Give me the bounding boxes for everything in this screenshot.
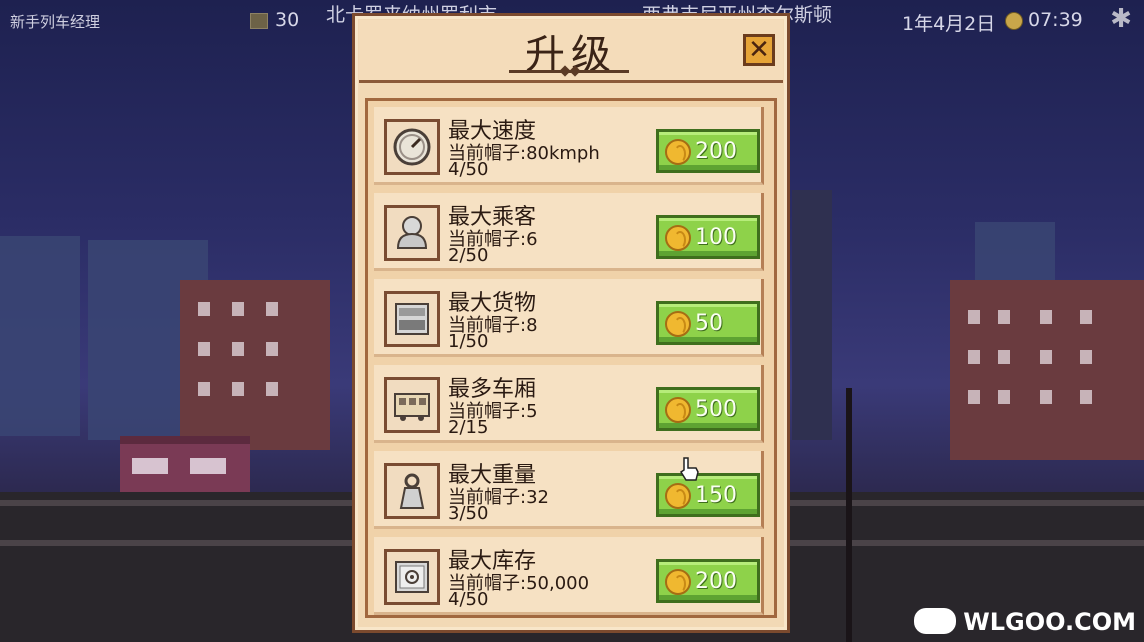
building (180, 280, 330, 450)
coin-icon (665, 139, 691, 165)
weight-icon (384, 463, 440, 519)
upgrade-row-max-weight: 最大重量 当前帽子:32 3/50 150 (374, 451, 764, 529)
upgrade-level: 2/15 (448, 417, 489, 438)
upgrade-level: 4/50 (448, 589, 489, 610)
upgrade-price: 100 (695, 225, 737, 250)
buy-upgrade-button[interactable]: 100 (656, 215, 760, 259)
gamepad-icon (914, 608, 956, 634)
upgrade-row-max-cars: 最多车厢 当前帽子:5 2/15 500 (374, 365, 764, 443)
upgrade-row-max-cargo: 最大货物 当前帽子:8 1/50 50 (374, 279, 764, 357)
upgrade-level: 3/50 (448, 503, 489, 524)
coin-icon (665, 569, 691, 595)
panel-header: 升级 ✕ (359, 20, 783, 83)
upgrade-price: 200 (695, 139, 737, 164)
building (0, 236, 80, 436)
buy-upgrade-button[interactable]: 50 (656, 301, 760, 345)
clock-icon (1005, 12, 1023, 30)
cargo-count-icon (250, 13, 268, 29)
upgrade-list: 最大速度 当前帽子:80kmph 4/50 200 最大乘客 当前帽子:6 2/… (365, 98, 777, 618)
safe-icon (384, 549, 440, 605)
game-date: 1年4月2日 (902, 13, 996, 35)
coin-icon (665, 397, 691, 423)
upgrade-level: 2/50 (448, 245, 489, 266)
coin-icon (665, 311, 691, 337)
speedometer-icon (384, 119, 440, 175)
building (792, 190, 832, 440)
upgrade-price: 500 (695, 397, 737, 422)
game-time: 07:39 (1028, 9, 1083, 31)
upgrade-price: 150 (695, 483, 737, 508)
upgrade-row-max-passengers: 最大乘客 当前帽子:6 2/50 100 (374, 193, 764, 271)
coin-icon (665, 225, 691, 251)
upgrade-price: 200 (695, 569, 737, 594)
title-ornament (509, 70, 629, 73)
train-car-icon (384, 377, 440, 433)
cargo-icon (384, 291, 440, 347)
coin-icon (665, 483, 691, 509)
building (950, 280, 1144, 460)
settings-gear-icon[interactable]: ✱ (1108, 6, 1134, 32)
buy-upgrade-button[interactable]: 200 (656, 559, 760, 603)
upgrade-price: 50 (695, 311, 723, 336)
watermark: WLGOO.COM (963, 608, 1136, 636)
upgrade-panel: 升级 ✕ 最大速度 当前帽子:80kmph 4/50 200 最大乘客 当前帽子… (352, 13, 790, 633)
buy-upgrade-button[interactable]: 150 (656, 473, 760, 517)
upgrade-row-max-speed: 最大速度 当前帽子:80kmph 4/50 200 (374, 107, 764, 185)
buy-upgrade-button[interactable]: 500 (656, 387, 760, 431)
upgrade-level: 4/50 (448, 159, 489, 180)
money-count: 30 (275, 9, 300, 31)
passenger-icon (384, 205, 440, 261)
pointer-hand-icon (679, 457, 699, 481)
rank-label: 新手列车经理 (10, 13, 101, 31)
utility-pole (846, 388, 852, 642)
close-button[interactable]: ✕ (743, 34, 775, 66)
upgrade-level: 1/50 (448, 331, 489, 352)
buy-upgrade-button[interactable]: 200 (656, 129, 760, 173)
upgrade-row-max-storage: 最大库存 当前帽子:50,000 4/50 200 (374, 537, 764, 615)
